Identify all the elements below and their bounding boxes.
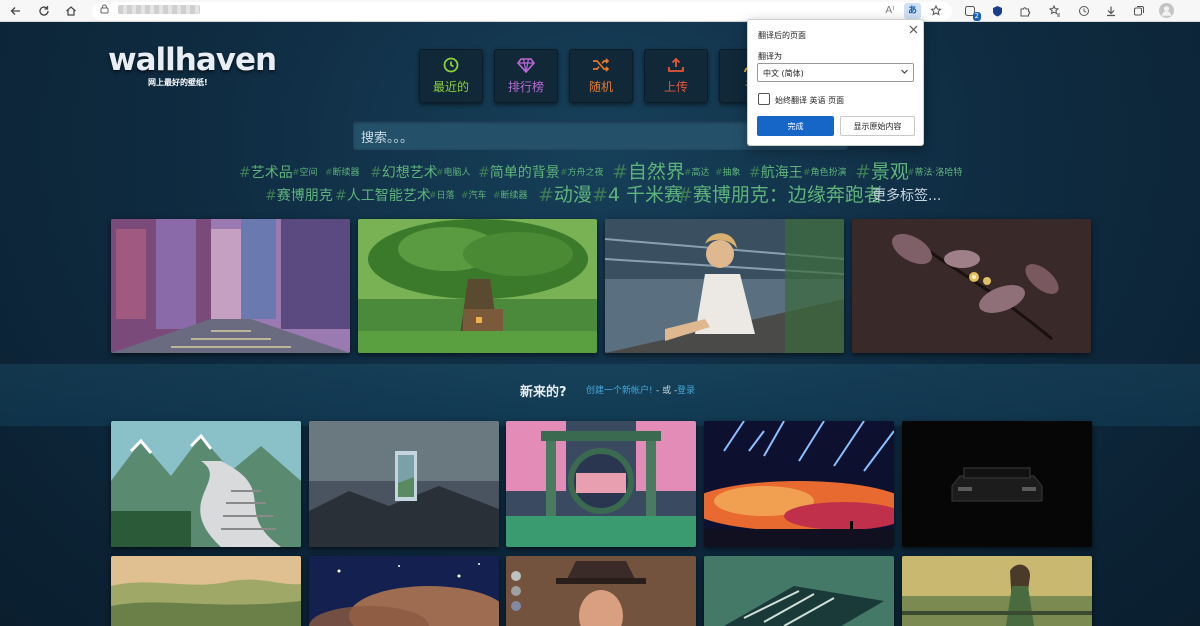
tag-link[interactable]: #人工智能艺术 [335, 189, 431, 203]
nav-toplist-label: 排行榜 [507, 80, 544, 94]
profile-icon[interactable] [1159, 3, 1174, 18]
translate-icon[interactable]: あ [904, 3, 921, 19]
create-account-link[interactable]: 创建一个新帐户! [586, 383, 653, 396]
tag-link[interactable]: #艺术品 [239, 166, 293, 180]
tag-link[interactable]: #方舟之夜 [560, 169, 604, 178]
latest-wallpaper[interactable] [506, 556, 696, 626]
puzzle-icon[interactable] [1017, 3, 1033, 19]
nav-random-button[interactable]: 随机 [569, 49, 633, 103]
tag-link[interactable]: #空间 [292, 169, 318, 178]
back-icon[interactable] [8, 3, 24, 19]
tag-link[interactable]: #断续器 [493, 192, 528, 201]
home-icon[interactable] [63, 3, 79, 19]
latest-wallpaper[interactable] [704, 556, 894, 626]
tag-link[interactable]: #航海王 [749, 166, 803, 180]
nav-upload-label: 上传 [663, 80, 688, 94]
tag-link[interactable]: #角色扮演 [803, 169, 847, 178]
latest-wallpaper[interactable] [309, 421, 499, 547]
clock-icon [420, 57, 482, 77]
tag-link[interactable]: #自然界 [612, 163, 685, 182]
language-select[interactable]: 中文 (简体) [757, 63, 914, 82]
tag-link[interactable]: #赛博朋克：边缘奔跑者 [677, 186, 883, 205]
chevron-down-icon [900, 67, 909, 78]
tag-link[interactable]: #景观 [855, 163, 909, 182]
latest-wallpaper[interactable] [111, 556, 301, 626]
site-tagline: 网上最好的壁纸! [148, 78, 208, 87]
latest-wallpaper[interactable] [902, 556, 1092, 626]
nav-random-label: 随机 [588, 80, 613, 94]
history-icon[interactable] [1076, 3, 1092, 19]
new-here-title: 新来的? [520, 385, 567, 400]
translate-to-label: 翻译为 [758, 52, 782, 61]
featured-wallpaper[interactable] [358, 219, 597, 353]
tag-link[interactable]: #电脑人 [436, 169, 471, 178]
latest-wallpaper[interactable] [506, 421, 696, 547]
nav-latest-button[interactable]: 最近的 [419, 49, 483, 103]
tag-link[interactable]: #幻想艺术 [370, 166, 438, 180]
featured-wallpaper[interactable] [605, 219, 844, 353]
login-link[interactable]: 登录 [677, 383, 695, 396]
more-tags-link[interactable]: 更多标签... [872, 189, 941, 203]
favorites-icon[interactable] [1047, 3, 1063, 19]
address-bar[interactable] [92, 2, 952, 20]
featured-wallpaper[interactable] [852, 219, 1091, 353]
tag-link[interactable]: #动漫 [538, 186, 592, 205]
favorite-add-icon[interactable] [928, 3, 944, 19]
latest-wallpaper[interactable] [902, 421, 1092, 547]
tag-link[interactable]: #高达 [684, 169, 710, 178]
download-icon[interactable] [1103, 3, 1119, 19]
tag-link[interactable]: #4 千米赛 [592, 186, 683, 205]
latest-wallpaper[interactable] [704, 421, 894, 547]
show-original-button[interactable]: 显示原始内容 [840, 116, 915, 136]
always-translate-checkbox[interactable] [758, 93, 770, 105]
tag-link[interactable]: #赛博朋克 [265, 189, 333, 203]
extension-badge: 2 [972, 12, 981, 21]
tag-link[interactable]: #抽象 [715, 169, 741, 178]
close-icon[interactable] [909, 25, 918, 37]
latest-wallpaper[interactable] [309, 556, 499, 626]
shuffle-icon [570, 57, 632, 77]
search-placeholder: 搜索。。。 [361, 131, 414, 146]
address-url-blurred[interactable] [118, 5, 200, 14]
nav-toplist-button[interactable]: 排行榜 [494, 49, 558, 103]
shield-icon[interactable] [989, 3, 1005, 19]
featured-wallpaper[interactable] [111, 219, 350, 353]
lock-icon[interactable] [100, 4, 109, 17]
language-select-value: 中文 (简体) [763, 69, 804, 78]
latest-wallpaper[interactable] [111, 421, 301, 547]
upload-icon [645, 57, 707, 77]
nav-latest-label: 最近的 [432, 80, 469, 94]
site-logo[interactable]: wallhaven [108, 42, 277, 78]
or-separator: - 或 - [656, 386, 678, 396]
browser-toolbar: A⁾ あ 2 [0, 0, 1200, 22]
read-aloud-icon[interactable]: A⁾ [882, 3, 898, 19]
nav-upload-button[interactable]: 上传 [644, 49, 708, 103]
tag-link[interactable]: #简单的背景 [478, 166, 560, 180]
always-translate-label: 始终翻译 英语 页面 [775, 96, 845, 105]
popup-title: 翻译后的页面 [758, 31, 806, 40]
tag-link[interactable]: #日落 [429, 192, 455, 201]
diamond-icon [495, 57, 557, 77]
translate-popup: 翻译后的页面 翻译为 中文 (简体) 始终翻译 英语 页面 完成 显示原始内容 [747, 19, 924, 146]
extension-icon[interactable]: 2 [962, 3, 981, 21]
tag-link[interactable]: #蒂法·洛哈特 [907, 169, 962, 178]
done-button[interactable]: 完成 [757, 116, 834, 136]
tag-link[interactable]: #汽车 [461, 192, 487, 201]
tag-link[interactable]: #断续器 [325, 169, 360, 178]
collections-icon[interactable] [1131, 3, 1147, 19]
refresh-icon[interactable] [36, 3, 52, 19]
